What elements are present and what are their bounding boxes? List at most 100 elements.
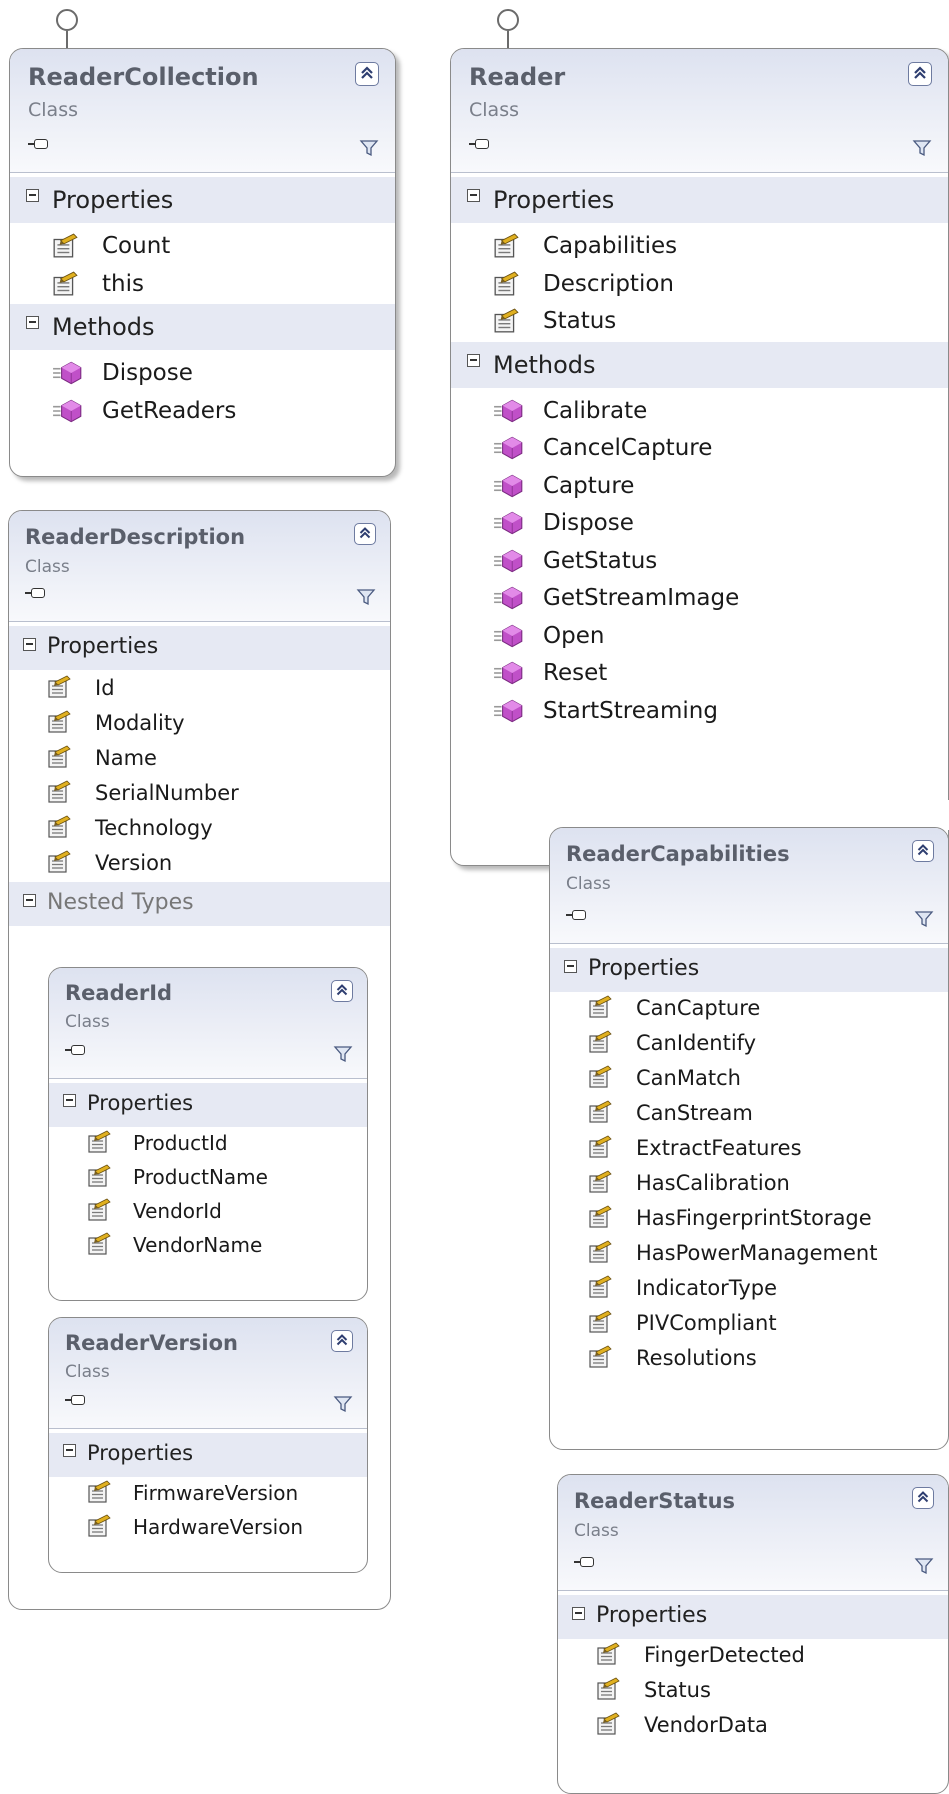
minus-box-icon[interactable]	[572, 1607, 585, 1620]
member-name: GetStreamImage	[543, 585, 740, 611]
property-row[interactable]: Description	[451, 267, 948, 305]
double-chevron-up-icon[interactable]	[912, 1487, 934, 1509]
double-chevron-up-icon[interactable]	[355, 62, 379, 86]
section-methods[interactable]: Methods	[10, 304, 395, 350]
method-icon	[493, 435, 525, 461]
section-properties[interactable]: Properties	[49, 1083, 367, 1127]
property-row[interactable]: VendorName	[49, 1229, 367, 1263]
property-row[interactable]: ExtractFeatures	[550, 1132, 948, 1167]
property-row[interactable]: Modality	[9, 707, 390, 742]
method-row[interactable]: GetStatus	[451, 544, 948, 582]
property-icon	[87, 1480, 111, 1504]
property-row[interactable]: ProductId	[49, 1127, 367, 1161]
method-row[interactable]: Reset	[451, 656, 948, 694]
class-name: ReaderCollection	[28, 63, 259, 91]
class-reader-status[interactable]: ReaderStatus Class Properties FingerDetecte…	[557, 1474, 949, 1794]
property-row[interactable]: CanMatch	[550, 1062, 948, 1097]
method-row[interactable]: Dispose	[10, 356, 395, 394]
property-row[interactable]: HasPowerManagement	[550, 1237, 948, 1272]
section-title: Properties	[596, 1603, 708, 1628]
filter-icon[interactable]	[914, 1556, 934, 1576]
class-header[interactable]: Reader Class	[451, 49, 948, 173]
filter-icon[interactable]	[359, 138, 379, 158]
section-properties[interactable]: Properties	[10, 177, 395, 223]
property-row[interactable]: HardwareVersion	[49, 1511, 367, 1545]
property-row[interactable]: HasCalibration	[550, 1167, 948, 1202]
filter-icon[interactable]	[356, 587, 376, 607]
double-chevron-up-icon[interactable]	[912, 840, 934, 862]
property-row[interactable]: Technology	[9, 812, 390, 847]
property-row[interactable]: Status	[451, 304, 948, 342]
property-row[interactable]: CanIdentify	[550, 1027, 948, 1062]
double-chevron-up-icon[interactable]	[354, 523, 376, 545]
property-row[interactable]: SerialNumber	[9, 777, 390, 812]
double-chevron-up-icon[interactable]	[908, 62, 932, 86]
minus-box-icon[interactable]	[26, 189, 39, 202]
class-reader-capabilities[interactable]: ReaderCapabilities Class Properties CanCapt…	[549, 827, 949, 1450]
filter-icon[interactable]	[912, 138, 932, 158]
member-name: FingerDetected	[644, 1643, 805, 1667]
class-reader[interactable]: Reader Class Properties Capabilities Descrip…	[450, 48, 949, 866]
class-header[interactable]: ReaderCapabilities Class	[550, 828, 948, 944]
property-icon	[493, 233, 519, 259]
property-row[interactable]: CanCapture	[550, 992, 948, 1027]
property-row[interactable]: Name	[9, 742, 390, 777]
property-row[interactable]: this	[10, 267, 395, 305]
minus-box-icon[interactable]	[467, 353, 480, 367]
property-row[interactable]: VendorData	[558, 1709, 948, 1744]
property-row[interactable]: FirmwareVersion	[49, 1477, 367, 1511]
double-chevron-up-icon[interactable]	[331, 980, 353, 1002]
minus-box-icon[interactable]	[467, 189, 480, 202]
class-reader-version[interactable]: ReaderVersion Class Properties FirmwareVers…	[48, 1317, 368, 1573]
method-row[interactable]: GetStreamImage	[451, 581, 948, 619]
class-reader-id[interactable]: ReaderId Class Properties ProductId ProductN…	[48, 967, 368, 1301]
property-row[interactable]: PIVCompliant	[550, 1307, 948, 1342]
method-row[interactable]: Dispose	[451, 506, 948, 544]
class-reader-collection[interactable]: ReaderCollection Class Properties Count this…	[9, 48, 396, 477]
method-row[interactable]: StartStreaming	[451, 694, 948, 732]
minus-box-icon[interactable]	[63, 1444, 76, 1457]
method-row[interactable]: GetReaders	[10, 394, 395, 432]
double-chevron-up-icon[interactable]	[331, 1330, 353, 1352]
section-methods[interactable]: Methods	[451, 341, 948, 388]
property-row[interactable]: Count	[10, 229, 395, 267]
property-row[interactable]: IndicatorType	[550, 1272, 948, 1307]
minus-box-icon[interactable]	[26, 316, 39, 329]
class-header[interactable]: ReaderId Class	[49, 968, 367, 1079]
section-title: Nested Types	[47, 890, 194, 915]
property-row[interactable]: Resolutions	[550, 1342, 948, 1377]
section-title: Properties	[87, 1441, 194, 1465]
minus-box-icon[interactable]	[63, 1094, 76, 1107]
minus-box-icon[interactable]	[564, 960, 577, 973]
property-row[interactable]: Version	[9, 847, 390, 882]
section-properties[interactable]: Properties	[550, 948, 948, 992]
property-row[interactable]: Status	[558, 1674, 948, 1709]
property-row[interactable]: Id	[9, 672, 390, 707]
section-properties[interactable]: Properties	[558, 1595, 948, 1639]
class-header[interactable]: ReaderStatus Class	[558, 1475, 948, 1591]
property-row[interactable]: FingerDetected	[558, 1639, 948, 1674]
property-row[interactable]: Capabilities	[451, 229, 948, 267]
property-row[interactable]: CanStream	[550, 1097, 948, 1132]
method-row[interactable]: CancelCapture	[451, 431, 948, 469]
section-properties[interactable]: Properties	[49, 1433, 367, 1477]
method-row[interactable]: Calibrate	[451, 394, 948, 432]
minus-box-icon[interactable]	[23, 638, 36, 651]
filter-icon[interactable]	[914, 909, 934, 929]
filter-icon[interactable]	[333, 1394, 353, 1414]
class-header[interactable]: ReaderVersion Class	[49, 1318, 367, 1429]
filter-icon[interactable]	[333, 1044, 353, 1064]
property-row[interactable]: HasFingerprintStorage	[550, 1202, 948, 1237]
section-nested-types[interactable]: Nested Types	[9, 882, 390, 926]
method-row[interactable]: Open	[451, 619, 948, 657]
section-properties[interactable]: Properties	[9, 626, 390, 670]
section-properties[interactable]: Properties	[451, 177, 948, 223]
property-row[interactable]: ProductName	[49, 1161, 367, 1195]
class-header[interactable]: ReaderDescription Class	[9, 511, 390, 622]
method-row[interactable]: Capture	[451, 469, 948, 507]
property-row[interactable]: VendorId	[49, 1195, 367, 1229]
minus-box-icon[interactable]	[23, 894, 36, 907]
class-header[interactable]: ReaderCollection Class	[10, 49, 395, 173]
member-name: Version	[95, 851, 173, 875]
